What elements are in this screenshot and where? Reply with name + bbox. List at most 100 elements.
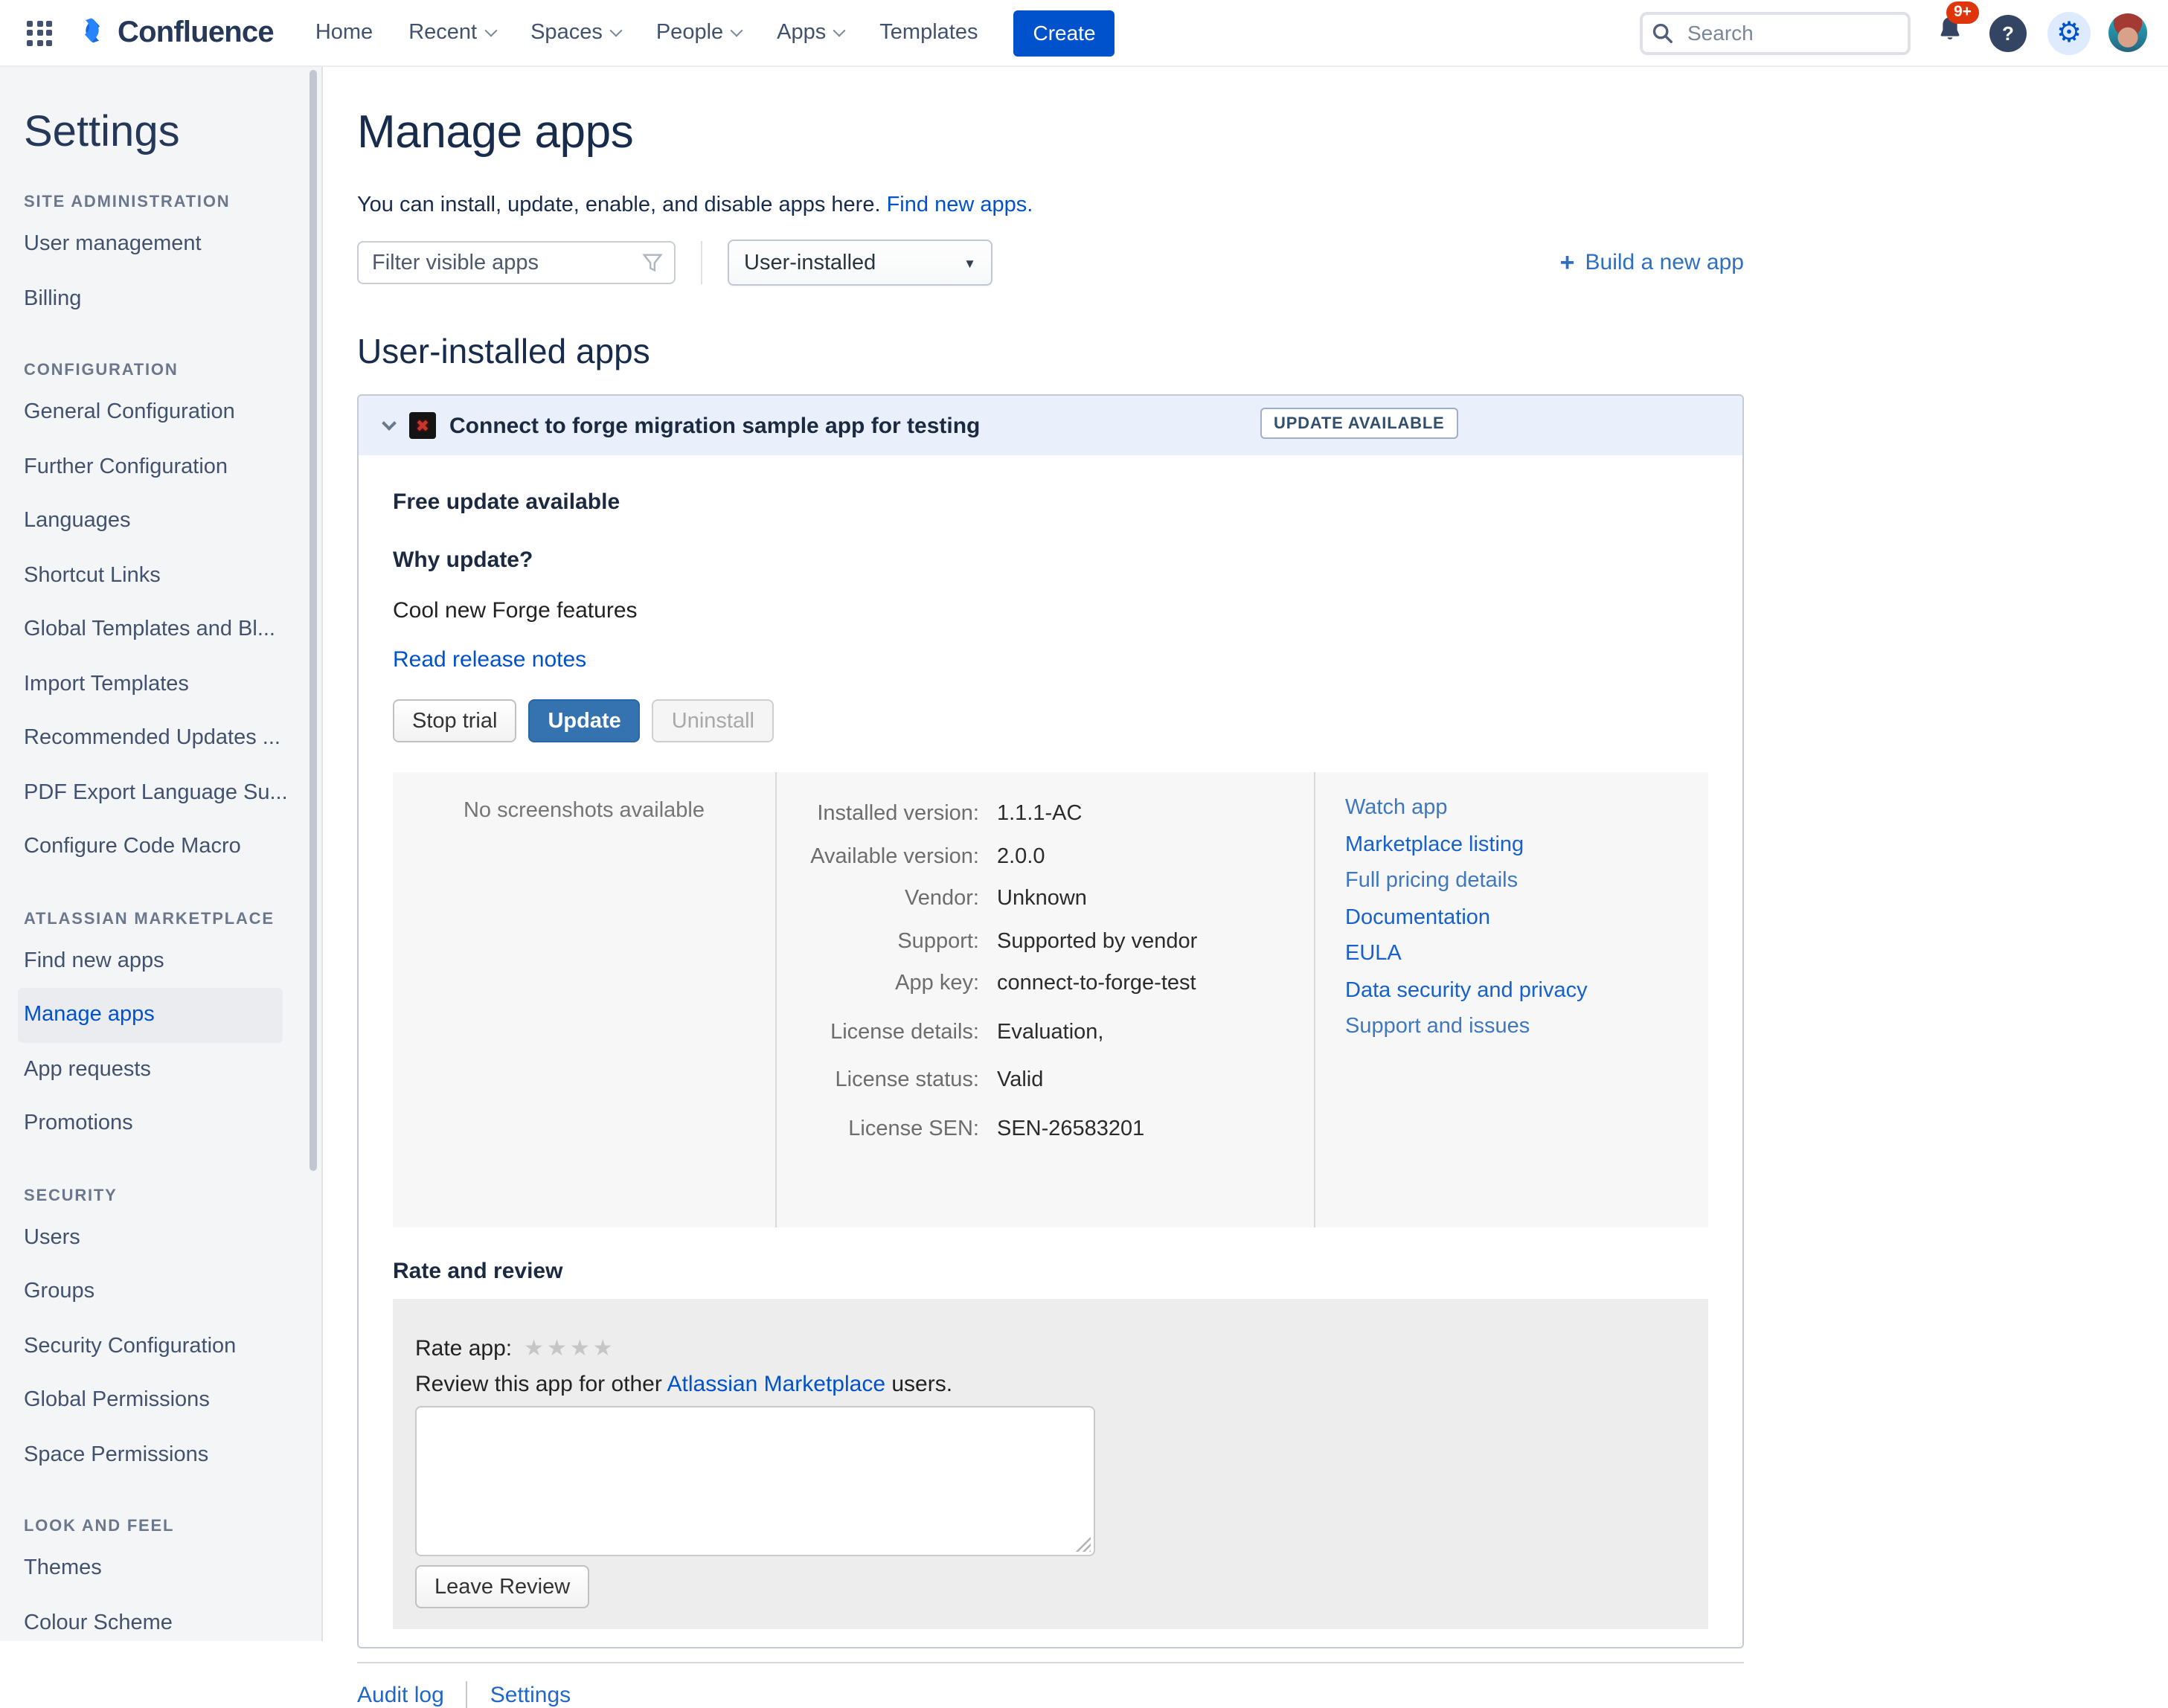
support-and-issues-link[interactable]: Support and issues xyxy=(1345,1015,1530,1038)
detail-row: License status:Valid xyxy=(798,1068,1314,1111)
confluence-admin-page: Confluence Home Recent Spaces People App… xyxy=(0,0,2168,1641)
update-button[interactable]: Update xyxy=(528,699,640,742)
sidebar-item-groups[interactable]: Groups xyxy=(24,1265,321,1319)
nav-templates[interactable]: Templates xyxy=(879,21,978,45)
gear-icon: ⚙ xyxy=(2056,16,2082,50)
app-icon: ✖ xyxy=(409,412,436,439)
review-textarea[interactable] xyxy=(415,1406,1095,1556)
global-search xyxy=(1640,11,1911,54)
sidebar-item-manage-apps[interactable]: Manage apps xyxy=(18,988,283,1042)
documentation-link[interactable]: Documentation xyxy=(1345,905,1490,929)
filter-apps-input[interactable] xyxy=(357,241,676,284)
search-icon xyxy=(1652,22,1674,44)
no-screenshots-text: No screenshots available xyxy=(464,799,705,823)
sidebar-item-app-requests[interactable]: App requests xyxy=(24,1042,321,1097)
app-info-column: Installed version:1.1.1-AC Available ver… xyxy=(777,772,1315,1227)
top-nav-right: 9+ ? ⚙ xyxy=(1640,11,2147,54)
sidebar-scrollbar[interactable] xyxy=(310,70,317,1171)
why-update-heading: Why update? xyxy=(393,548,1708,573)
sidebar-item-further-configuration[interactable]: Further Configuration xyxy=(24,440,321,494)
intro-text: You can install, update, enable, and dis… xyxy=(357,193,2168,217)
build-new-app-link[interactable]: + Build a new app xyxy=(1560,248,1744,277)
create-button[interactable]: Create xyxy=(1013,10,1115,56)
nav-spaces[interactable]: Spaces xyxy=(530,21,620,45)
detail-row: App key:connect-to-forge-test xyxy=(798,972,1314,1014)
stop-trial-button[interactable]: Stop trial xyxy=(393,699,516,742)
sidebar-item-themes[interactable]: Themes xyxy=(24,1541,321,1596)
detail-row: License SEN:SEN-26583201 xyxy=(798,1117,1314,1159)
sidebar-item-general-configuration[interactable]: General Configuration xyxy=(24,385,321,440)
eula-link[interactable]: EULA xyxy=(1345,942,1402,966)
confluence-logo[interactable]: Confluence xyxy=(76,13,274,53)
uninstall-button[interactable]: Uninstall xyxy=(652,699,774,742)
notifications-button[interactable]: 9+ xyxy=(1934,13,1966,52)
sidebar-item-import-templates[interactable]: Import Templates xyxy=(24,657,321,711)
nav-recent[interactable]: Recent xyxy=(408,21,495,45)
sidebar-item-shortcut-links[interactable]: Shortcut Links xyxy=(24,548,321,603)
nav-home[interactable]: Home xyxy=(315,21,373,45)
watch-app-link[interactable]: Watch app xyxy=(1345,796,1448,820)
detail-row: License details:Evaluation, xyxy=(798,1020,1314,1062)
sidebar-item-users[interactable]: Users xyxy=(24,1210,321,1265)
sidebar-item-space-permissions[interactable]: Space Permissions xyxy=(24,1428,321,1482)
detail-row: Installed version:1.1.1-AC xyxy=(798,802,1314,844)
chevron-down-icon xyxy=(484,25,497,37)
user-installed-apps-title: User-installed apps xyxy=(357,332,2168,372)
sidebar-item-promotions[interactable]: Promotions xyxy=(24,1097,321,1151)
section-site-administration: Site administration xyxy=(24,193,321,211)
full-pricing-details-link[interactable]: Full pricing details xyxy=(1345,869,1518,893)
free-update-heading: Free update available xyxy=(393,489,1708,515)
sidebar-item-global-permissions[interactable]: Global Permissions xyxy=(24,1373,321,1428)
find-new-apps-link[interactable]: Find new apps. xyxy=(887,193,1033,217)
footer-links: Audit log Settings xyxy=(357,1681,2168,1708)
apps-toolbar: User-installed ▼ + Build a new app xyxy=(357,240,1744,286)
app-switcher-icon[interactable] xyxy=(27,20,52,45)
leave-review-button[interactable]: Leave Review xyxy=(415,1565,589,1608)
sidebar-item-find-new-apps[interactable]: Find new apps xyxy=(24,934,321,988)
select-arrow-icon: ▼ xyxy=(963,255,976,270)
sidebar-item-user-management[interactable]: User management xyxy=(24,217,321,272)
sidebar-item-billing[interactable]: Billing xyxy=(24,272,321,326)
app-details-strip: No screenshots available Installed versi… xyxy=(393,772,1708,1227)
content-divider xyxy=(357,1662,1744,1663)
sidebar-item-security-configuration[interactable]: Security Configuration xyxy=(24,1319,321,1373)
section-configuration: Configuration xyxy=(24,362,321,379)
detail-row: Available version:2.0.0 xyxy=(798,844,1314,887)
nav-apps[interactable]: Apps xyxy=(777,21,844,45)
notification-count-badge: 9+ xyxy=(1946,1,1979,23)
app-links-column: Watch app Marketplace listing Full prici… xyxy=(1315,772,1708,1227)
data-security-privacy-link[interactable]: Data security and privacy xyxy=(1345,978,1588,1002)
why-update-text: Cool new Forge features xyxy=(393,598,1708,623)
atlassian-marketplace-link[interactable]: Atlassian Marketplace xyxy=(667,1372,885,1397)
audit-log-link[interactable]: Audit log xyxy=(357,1682,444,1707)
confluence-logo-icon xyxy=(76,13,118,53)
read-release-notes-link[interactable]: Read release notes xyxy=(393,647,586,672)
rate-review-box: Rate app: ★★★★ Review this app for other… xyxy=(393,1299,1708,1629)
app-panel-header[interactable]: ✖ Connect to forge migration sample app … xyxy=(359,396,1742,455)
section-atlassian-marketplace: Atlassian Marketplace xyxy=(24,910,321,928)
nav-people[interactable]: People xyxy=(656,21,741,45)
sidebar-item-languages[interactable]: Languages xyxy=(24,494,321,548)
rating-stars[interactable]: ★★★★ xyxy=(524,1335,616,1361)
sidebar-item-configure-code-macro[interactable]: Configure Code Macro xyxy=(24,820,321,874)
settings-button[interactable]: ⚙ xyxy=(2047,11,2091,54)
app-filter-select[interactable]: User-installed ▼ xyxy=(728,240,992,286)
question-mark-icon: ? xyxy=(2002,22,2014,44)
chevron-down-icon[interactable] xyxy=(382,416,397,431)
footer-settings-link[interactable]: Settings xyxy=(490,1682,571,1707)
review-instruction: Review this app for other Atlassian Mark… xyxy=(415,1372,1689,1397)
detail-row: Vendor:Unknown xyxy=(798,887,1314,929)
marketplace-listing-link[interactable]: Marketplace listing xyxy=(1345,832,1524,856)
section-look-and-feel: Look and Feel xyxy=(24,1518,321,1535)
sidebar-item-pdf-export-language[interactable]: PDF Export Language Su... xyxy=(24,765,321,820)
footer-divider xyxy=(466,1681,468,1708)
main-content: Manage apps You can install, update, ena… xyxy=(323,67,2168,1641)
sidebar-item-global-templates[interactable]: Global Templates and Bl... xyxy=(24,603,321,657)
help-button[interactable]: ? xyxy=(1989,14,2027,51)
sidebar-item-colour-scheme[interactable]: Colour Scheme xyxy=(24,1596,321,1641)
rate-app-label: Rate app: xyxy=(415,1335,512,1361)
search-input[interactable] xyxy=(1640,11,1911,54)
user-avatar[interactable] xyxy=(2108,13,2147,52)
sidebar-item-recommended-updates[interactable]: Recommended Updates ... xyxy=(24,711,321,765)
chevron-down-icon xyxy=(731,25,743,37)
